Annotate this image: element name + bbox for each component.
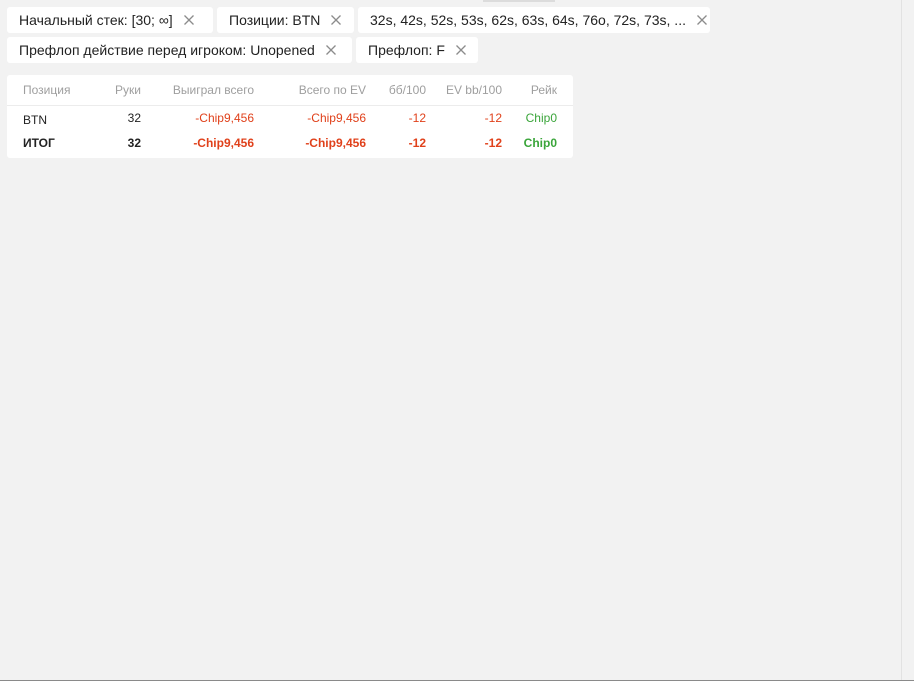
filter-chip-preflop-action[interactable]: Префлоп действие перед игроком: Unopened — [7, 37, 352, 63]
filter-chip-label: Позиции: BTN — [229, 12, 321, 28]
filter-chip-positions[interactable]: Позиции: BTN — [217, 7, 354, 33]
column-header-rake[interactable]: Рейк — [507, 79, 557, 101]
filter-chip-preflop[interactable]: Префлоп: F — [356, 37, 478, 63]
cell-ev-total: -Chip9,456 — [307, 111, 366, 125]
stats-table: Позиция Руки Выиграл всего Всего по EV б… — [7, 75, 573, 158]
cell-rake: Chip0 — [525, 111, 557, 125]
cell-hands: 32 — [127, 111, 141, 125]
table-header-row: Позиция Руки Выиграл всего Всего по EV б… — [7, 79, 573, 101]
column-header-bb100[interactable]: бб/100 — [369, 79, 426, 101]
table-row[interactable]: BTN 32 -Chip9,456 -Chip9,456 -12 -12 Chi… — [7, 107, 573, 129]
right-divider — [901, 0, 902, 681]
filter-chip-label: 32s, 42s, 52s, 53s, 62s, 63s, 64s, 76o, … — [370, 12, 686, 28]
close-icon[interactable] — [329, 13, 343, 27]
filter-chip-stack[interactable]: Начальный стек: [30; ∞] — [7, 7, 213, 33]
column-header-ev-total[interactable]: Всего по EV — [259, 79, 366, 101]
cell-ev-bb100: -12 — [484, 111, 502, 125]
cell-bb100: -12 — [408, 111, 426, 125]
cell-total-bb100: -12 — [408, 136, 426, 150]
filter-chip-label: Префлоп действие перед игроком: Unopened — [19, 42, 315, 58]
cell-total-ev-bb100: -12 — [484, 136, 502, 150]
cell-won-total: -Chip9,456 — [195, 111, 254, 125]
filter-chip-label: Префлоп: F — [368, 42, 445, 58]
cell-total-won: -Chip9,456 — [193, 136, 254, 150]
table-total-row: ИТОГ 32 -Chip9,456 -Chip9,456 -12 -12 Ch… — [7, 132, 573, 154]
close-icon[interactable] — [695, 13, 709, 27]
cell-total-rake: Chip0 — [523, 136, 557, 150]
filter-chip-label: Начальный стек: [30; ∞] — [19, 12, 173, 28]
column-header-hands[interactable]: Руки — [91, 79, 141, 101]
filter-chip-hands[interactable]: 32s, 42s, 52s, 53s, 62s, 63s, 64s, 76o, … — [358, 7, 710, 33]
column-header-ev-bb100[interactable]: EV bb/100 — [429, 79, 502, 101]
cell-total-hands: 32 — [127, 136, 141, 150]
close-icon[interactable] — [454, 43, 468, 57]
cell-total-ev: -Chip9,456 — [305, 136, 366, 150]
top-edge-mark — [483, 0, 555, 2]
close-icon[interactable] — [324, 43, 338, 57]
column-header-won-total[interactable]: Выиграл всего — [147, 79, 254, 101]
header-divider — [7, 105, 573, 106]
close-icon[interactable] — [182, 13, 196, 27]
